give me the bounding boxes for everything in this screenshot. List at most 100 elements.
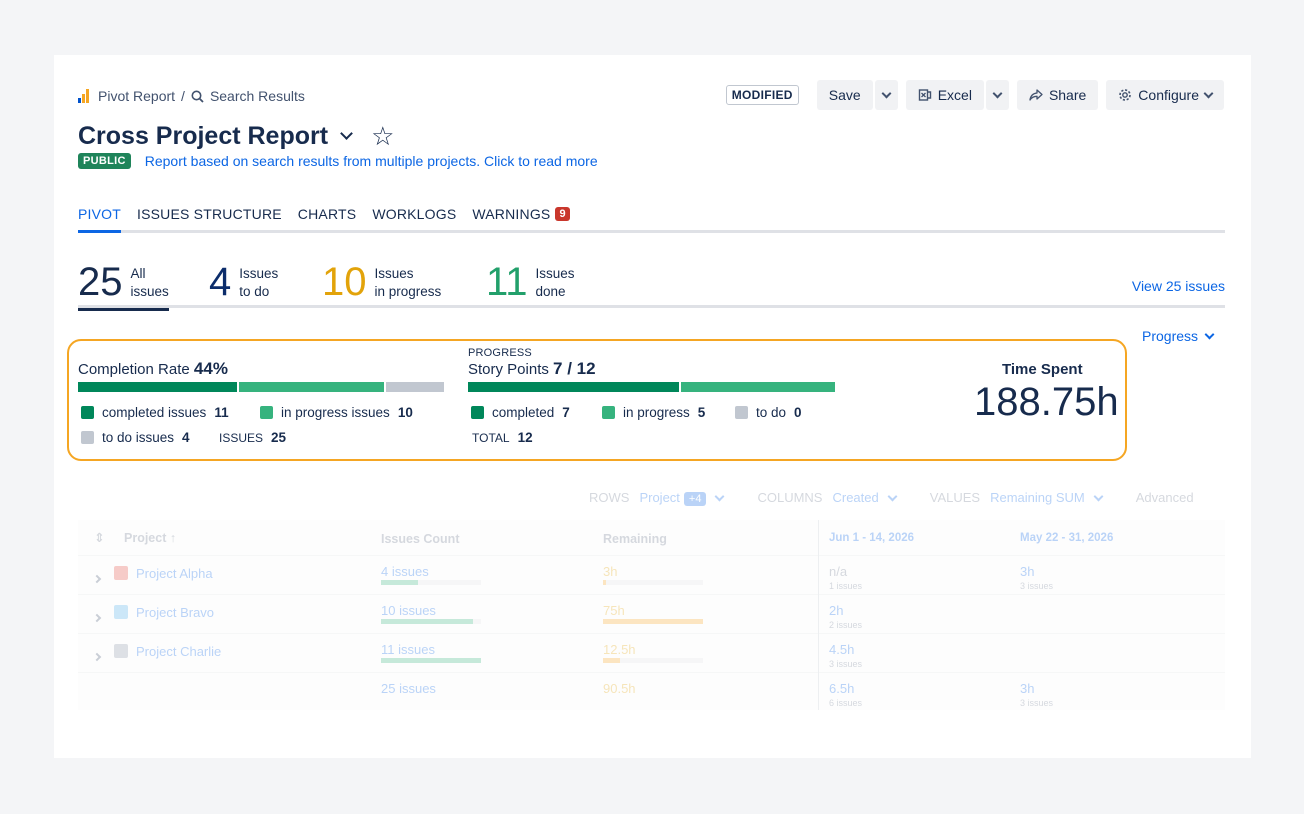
star-icon[interactable]: ☆ (371, 121, 394, 152)
completion-rate-value: 44% (193, 359, 228, 378)
modified-badge: MODIFIED (725, 85, 799, 105)
share-button[interactable]: Share (1016, 80, 1099, 110)
completion-rate-label: Completion Rate (78, 361, 190, 378)
chevron-down-icon (1203, 88, 1214, 99)
tab-issues-structure[interactable]: ISSUES STRUCTURE (137, 204, 282, 233)
save-label: Save (828, 87, 861, 103)
completion-rate-bar (78, 382, 444, 392)
legend-value: 5 (697, 405, 706, 420)
stat-issues-to-do[interactable]: 4 Issues to do (209, 258, 278, 306)
save-button-group: Save (816, 80, 898, 110)
legend-swatch (735, 406, 748, 419)
legend-value: 0 (794, 405, 802, 420)
stat-label-line2: done (535, 284, 566, 299)
stat-label-line2: to do (239, 284, 270, 299)
tab-charts[interactable]: CHARTS (298, 204, 357, 233)
stat-number: 10 (322, 260, 367, 304)
legend-swatch (81, 406, 94, 419)
stat-issues-done[interactable]: 11 Issues done (486, 258, 575, 306)
configure-button[interactable]: Configure (1106, 80, 1224, 110)
stat-all-issues[interactable]: 25 All issues (78, 258, 169, 311)
chevron-down-icon (992, 88, 1003, 99)
visibility-row: PUBLIC Report based on search results fr… (78, 153, 598, 169)
legend-label: to do (756, 405, 787, 420)
legend-swatch (602, 406, 615, 419)
progress-dropdown[interactable]: Progress (1142, 328, 1215, 344)
issue-stats: 25 All issues 4 Issues to do 10 Issues in p… (78, 258, 1225, 311)
stat-label-line1: Issues (535, 266, 575, 281)
tab-label: WARNINGS (472, 206, 551, 222)
chevron-down-icon[interactable] (340, 127, 353, 140)
legend-sp-to-do: to do 0 (735, 405, 802, 420)
stat-label-line2: issues (130, 284, 169, 299)
configure-label: Configure (1138, 87, 1199, 103)
breadcrumb-current[interactable]: Search Results (210, 88, 305, 104)
excel-button[interactable]: Excel (905, 80, 984, 110)
excel-button-group: Excel (905, 80, 1009, 110)
time-spent-label: Time Spent (1002, 361, 1083, 378)
tab-bar: PIVOT ISSUES STRUCTURE CHARTS WORKLOGS W… (78, 204, 1225, 233)
legend-label: completed (492, 405, 555, 420)
share-icon (1029, 89, 1043, 101)
chevron-down-icon (881, 88, 892, 99)
breadcrumb: Pivot Report / Search Results (78, 88, 305, 104)
legend-value: 10 (397, 405, 413, 420)
tab-pivot[interactable]: PIVOT (78, 204, 122, 233)
stat-number: 4 (209, 260, 232, 304)
legend-completed-issues: completed issues 11 (81, 405, 229, 420)
stat-number: 25 (78, 260, 123, 304)
breadcrumb-root-link[interactable]: Pivot Report (98, 88, 175, 104)
search-icon (191, 90, 204, 103)
legend-swatch (260, 406, 273, 419)
excel-options-button[interactable] (985, 80, 1009, 110)
in-progress-segment (239, 382, 384, 392)
excel-icon (918, 89, 931, 101)
legend-swatch (81, 431, 94, 444)
tab-label: CHARTS (297, 206, 357, 222)
in-progress-segment (681, 382, 835, 392)
save-button[interactable]: Save (816, 80, 873, 110)
legend-swatch (471, 406, 484, 419)
to-do-segment (386, 382, 444, 392)
stat-label: Issues in progress (375, 258, 442, 301)
report-description-link[interactable]: Report based on search results from mult… (145, 153, 598, 169)
stat-label: Issues done (536, 258, 575, 301)
story-points-title: Story Points 7 / 12 (468, 359, 596, 379)
legend-label: to do issues (102, 430, 175, 445)
legend-value: 4 (182, 430, 190, 445)
stat-label-line1: Issues (239, 266, 279, 281)
story-points-total: TOTAL 12 (472, 430, 533, 445)
legend-label: in progress issues (281, 405, 390, 420)
report-title[interactable]: Cross Project Report (78, 122, 328, 151)
tab-warnings[interactable]: WARNINGS 9 (472, 204, 570, 233)
page-title: Cross Project Report ☆ (78, 121, 394, 152)
pivot-report-logo-icon (78, 89, 92, 103)
story-points-value: 7 / 12 (553, 359, 596, 378)
completed-segment (468, 382, 679, 392)
share-label: Share (1048, 87, 1087, 103)
sp-total-value: 12 (517, 430, 533, 445)
story-points-bar (468, 382, 835, 392)
progress-dropdown-label: Progress (1142, 328, 1199, 344)
issues-total-label: ISSUES (219, 430, 264, 445)
legend-to-do-issues: to do issues 4 (81, 430, 190, 445)
tab-worklogs[interactable]: WORKLOGS (372, 204, 456, 233)
legend-sp-completed: completed 7 (471, 405, 570, 420)
stat-label: All issues (131, 258, 169, 301)
public-badge: PUBLIC (78, 153, 131, 169)
tab-label: WORKLOGS (372, 206, 457, 222)
view-issues-link[interactable]: View 25 issues (1132, 278, 1225, 294)
stat-label-line1: All (130, 266, 146, 281)
issues-total-value: 25 (271, 430, 287, 445)
progress-caption: PROGRESS (468, 347, 532, 359)
legend-value: 7 (562, 405, 570, 420)
chevron-down-icon (1204, 329, 1215, 340)
stat-issues-in-progress[interactable]: 10 Issues in progress (322, 258, 441, 306)
stat-number: 11 (486, 260, 528, 304)
completed-segment (78, 382, 237, 392)
stat-label-line1: Issues (374, 266, 414, 281)
legend-label: completed issues (102, 405, 207, 420)
save-options-button[interactable] (874, 80, 898, 110)
tab-label: PIVOT (78, 206, 122, 222)
tab-label: ISSUES STRUCTURE (137, 206, 282, 222)
